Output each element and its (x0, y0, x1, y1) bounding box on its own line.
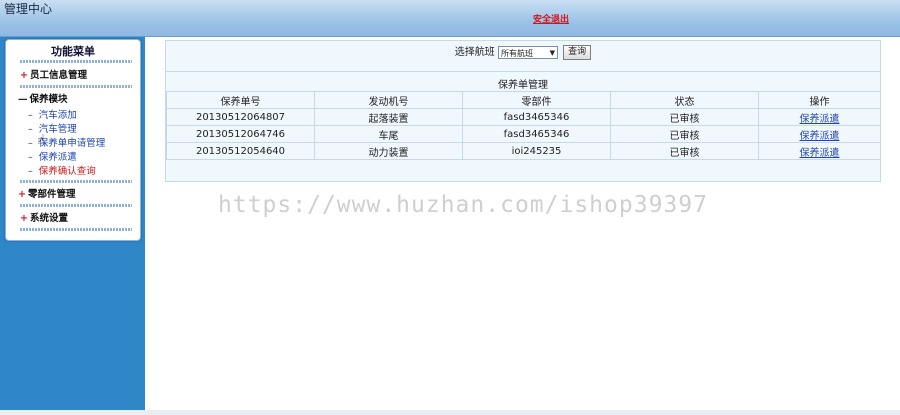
menu-title: 功能菜单 (51, 45, 95, 58)
table-row: 20130512064746 车尾 fasd3465346 已审核 保养派遣 (166, 125, 881, 143)
column-header: 保养单号 (166, 91, 315, 109)
cell-status: 已审核 (610, 142, 759, 160)
hand-cursor-icon: ☝ (37, 133, 45, 148)
collapse-minus-icon: — (18, 94, 28, 105)
dotted-divider (20, 60, 132, 63)
filter-label: 选择航班 (454, 47, 495, 58)
menu-item-car-add[interactable]: – 汽车添加 (28, 107, 77, 121)
table-row: 20130512054640 动力装置 ioi245235 已审核 保养派遣 (166, 142, 881, 160)
menu-group-label: 零部件管理 (27, 189, 76, 200)
dotted-divider (20, 85, 132, 88)
table-caption: 保养单管理 (498, 80, 548, 91)
column-header: 零部件 (462, 91, 611, 109)
menu-item-maintenance-confirm[interactable]: – 保养确认查询 (28, 163, 96, 177)
dotted-divider (20, 180, 132, 183)
function-menu: 功能菜单 + 员工信息管理 — 保养模块 – 汽车添加 – 汽车管理 – 保养单申请管理 … (5, 39, 141, 241)
table-row: 20130512064807 起落装置 fasd3465346 已审核 保养派遣 (166, 108, 881, 126)
main-panel: 选择航班 所有航班 ▼ 查询 保养单管理 保养单号 发动机号 零部件 状态 操作 … (165, 40, 881, 182)
cell-status: 已审核 (610, 125, 759, 143)
flight-filter: 选择航班 所有航班 ▼ 查询 (166, 45, 880, 61)
dispatch-link[interactable]: 保养派遣 (758, 125, 881, 143)
column-header: 状态 (610, 91, 759, 109)
sidebar: 功能菜单 + 员工信息管理 — 保养模块 – 汽车添加 – 汽车管理 – 保养单申请管理 … (0, 37, 145, 410)
cell-part: fasd3465346 (462, 125, 611, 143)
expand-plus-icon: + (18, 189, 26, 200)
column-header: 发动机号 (314, 91, 463, 109)
dispatch-link[interactable]: 保养派遣 (758, 108, 881, 126)
dispatch-link[interactable]: 保养派遣 (758, 142, 881, 160)
app-title: 管理中心 (4, 2, 53, 16)
query-button[interactable]: 查询 (563, 45, 592, 60)
cell-part: ioi245235 (462, 142, 611, 160)
menu-group-employee[interactable]: + 员工信息管理 (20, 67, 87, 81)
menu-group-label: 保养模块 (29, 94, 68, 105)
table-header-row: 保养单号 发动机号 零部件 状态 操作 (166, 91, 881, 109)
column-header: 操作 (758, 91, 881, 109)
menu-item-car-manage[interactable]: – 汽车管理 (28, 121, 77, 135)
flight-select[interactable]: 所有航班 ▼ (497, 46, 558, 59)
maintenance-table: 保养单号 发动机号 零部件 状态 操作 20130512064807 起落装置 … (166, 91, 881, 160)
cell-engine: 起落装置 (314, 108, 463, 126)
top-header: 管理中心 安全退出 (0, 0, 900, 37)
cell-id: 20130512064746 (166, 125, 315, 143)
cell-engine: 车尾 (314, 125, 463, 143)
cell-status: 已审核 (610, 108, 759, 126)
cell-engine: 动力装置 (314, 142, 463, 160)
expand-plus-icon: + (20, 70, 28, 81)
menu-item-maintenance-dispatch[interactable]: – 保养派遣 (28, 149, 77, 163)
cell-part: fasd3465346 (462, 108, 611, 126)
divider (166, 71, 880, 72)
menu-group-label: 员工信息管理 (29, 70, 87, 81)
cell-id: 20130512054640 (166, 142, 315, 160)
menu-group-maintenance[interactable]: — 保养模块 (18, 91, 68, 105)
watermark: https://www.huzhan.com/ishop39397 (218, 192, 708, 218)
dropdown-arrow-icon: ▼ (549, 49, 555, 57)
logout-link[interactable]: 安全退出 (533, 12, 569, 25)
bottom-strip (0, 410, 900, 415)
expand-plus-icon: + (20, 213, 28, 224)
cell-id: 20130512064807 (166, 108, 315, 126)
menu-group-parts[interactable]: + 零部件管理 (18, 186, 75, 200)
menu-group-settings[interactable]: + 系统设置 (20, 210, 68, 224)
dotted-divider (20, 228, 132, 231)
menu-group-label: 系统设置 (29, 213, 68, 224)
dotted-divider (20, 204, 132, 207)
